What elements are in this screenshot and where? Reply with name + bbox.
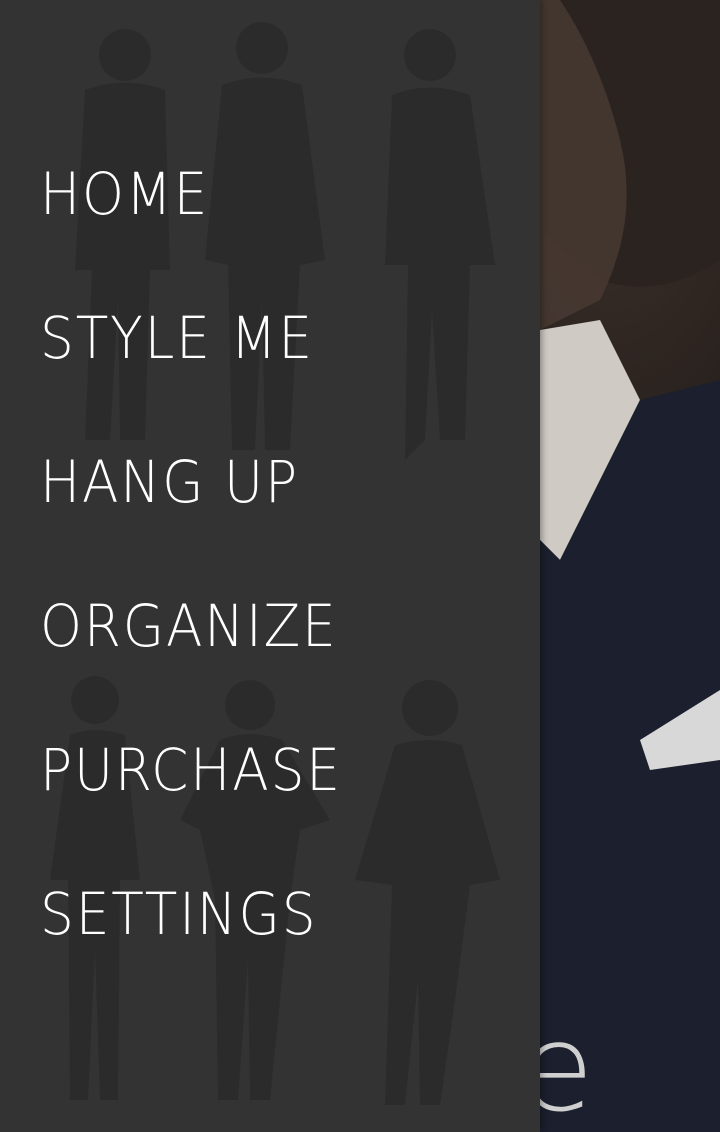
menu-item-style-me[interactable]: STYLE ME <box>40 298 500 378</box>
menu-item-label: ORGANIZE <box>40 592 338 660</box>
menu-item-label: SETTINGS <box>40 880 318 948</box>
navigation-drawer: HOME STYLE ME HANG UP ORGANIZE PURCHASE … <box>0 0 540 1132</box>
app-screen: e HOME STYLE ME HANG UP ORGANIZE PURCHAS… <box>0 0 720 1132</box>
menu-item-organize[interactable]: ORGANIZE <box>40 586 500 666</box>
menu-item-home[interactable]: HOME <box>40 154 500 234</box>
menu-item-label: HANG UP <box>40 448 299 516</box>
menu-item-label: STYLE ME <box>40 304 314 372</box>
menu-item-purchase[interactable]: PURCHASE <box>40 730 500 810</box>
menu-item-label: HOME <box>40 160 210 228</box>
menu-item-label: PURCHASE <box>40 736 342 804</box>
menu-item-hang-up[interactable]: HANG UP <box>40 442 500 522</box>
menu-item-settings[interactable]: SETTINGS <box>40 874 500 954</box>
